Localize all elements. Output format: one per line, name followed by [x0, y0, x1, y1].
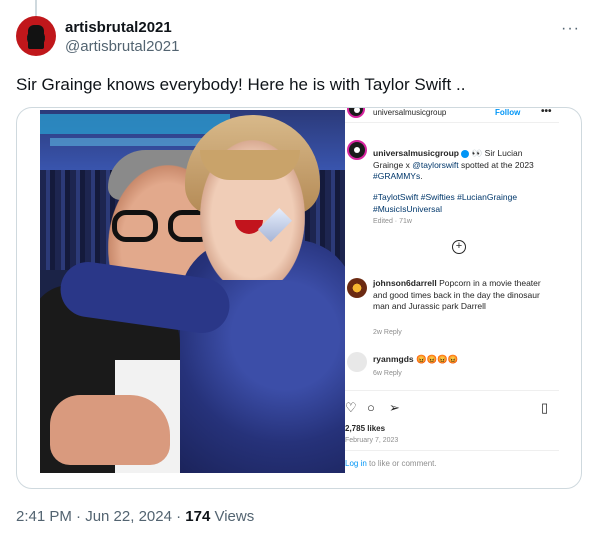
- comment: johnson6darrell Popcorn in a movie theat…: [373, 278, 553, 313]
- ig-caption-avatar[interactable]: [347, 140, 367, 160]
- comment-meta[interactable]: 2w Reply: [373, 329, 402, 336]
- ig-hashtags[interactable]: #TaylotSwift #Swifties #LucianGrainge #M…: [373, 192, 553, 215]
- timestamp[interactable]: 2:41 PM · Jun 22, 2024 ·: [16, 508, 185, 525]
- photo[interactable]: [40, 110, 345, 473]
- more-options-icon[interactable]: ···: [561, 20, 580, 38]
- ig-caption-end: .: [420, 171, 423, 181]
- ig-action-bar: ♡ ○ ➢ ▯: [345, 400, 559, 418]
- ig-caption-account[interactable]: universalmusicgroup: [373, 148, 459, 158]
- ig-login-link[interactable]: Log in: [345, 459, 367, 468]
- load-more-comments-icon[interactable]: +: [452, 240, 466, 254]
- tweet-footer: 2:41 PM · Jun 22, 2024 · 174 Views: [16, 508, 254, 525]
- ig-likes[interactable]: 2,785 likes: [345, 424, 385, 433]
- ig-more-icon[interactable]: •••: [541, 108, 552, 117]
- comment-icon[interactable]: ○: [367, 400, 375, 415]
- photo-screen-strip: [50, 138, 210, 146]
- eyes-icon: 👀: [471, 148, 483, 158]
- ig-mention-link[interactable]: @taylorswift: [412, 160, 458, 170]
- tweet-text: Sir Grainge knows everybody! Here he is …: [16, 75, 466, 94]
- ig-hashtag-link[interactable]: #GRAMMYs: [373, 171, 420, 181]
- bookmark-icon[interactable]: ▯: [541, 400, 548, 416]
- ig-edited-meta: Edited · 71w: [373, 218, 412, 225]
- ig-header-account[interactable]: universalmusicgroup: [373, 108, 446, 117]
- user-handle[interactable]: @artisbrutal2021: [65, 38, 179, 55]
- heart-icon[interactable]: ♡: [345, 400, 357, 416]
- comment-meta[interactable]: 6w Reply: [373, 370, 402, 377]
- comment-avatar[interactable]: [347, 278, 367, 298]
- display-name[interactable]: artisbrutal2021: [65, 19, 172, 36]
- photo-woman-bangs: [200, 150, 300, 180]
- avatar[interactable]: [16, 16, 56, 56]
- instagram-panel: universalmusicgroup Follow ••• universal…: [345, 108, 559, 473]
- tweet-media[interactable]: universalmusicgroup Follow ••• universal…: [16, 107, 582, 489]
- ig-login-text: to like or comment.: [366, 459, 437, 468]
- avatar-figure: [28, 25, 44, 49]
- ig-post-date: February 7, 2023: [345, 437, 399, 444]
- ig-caption: universalmusicgroup 👀 Sir Lucian Grainge…: [373, 148, 553, 183]
- ig-login-prompt: Log in to like or comment.: [345, 459, 437, 468]
- views-count: 174: [185, 508, 211, 525]
- verified-icon: [461, 149, 470, 158]
- views-label: Views: [210, 508, 255, 525]
- comment-user[interactable]: johnson6darrell: [373, 278, 437, 288]
- ig-caption-text-2: spotted at the 2023: [458, 159, 534, 170]
- share-icon[interactable]: ➢: [389, 400, 400, 416]
- thread-line: [35, 0, 37, 16]
- photo-hand: [50, 395, 170, 465]
- comment: ryanmgds 😡😡😡😡: [373, 354, 553, 366]
- ig-actions-divider: [345, 390, 559, 391]
- top-rule: [0, 0, 595, 8]
- photo-screen: [40, 114, 230, 134]
- comment-user[interactable]: ryanmgds: [373, 354, 414, 364]
- ig-header-avatar[interactable]: [347, 108, 365, 118]
- comment-text: 😡😡😡😡: [413, 354, 459, 364]
- ig-login-divider: [345, 450, 559, 451]
- ig-follow-button[interactable]: Follow: [495, 108, 520, 117]
- ig-header-divider: [345, 122, 559, 123]
- comment-avatar[interactable]: [347, 352, 367, 372]
